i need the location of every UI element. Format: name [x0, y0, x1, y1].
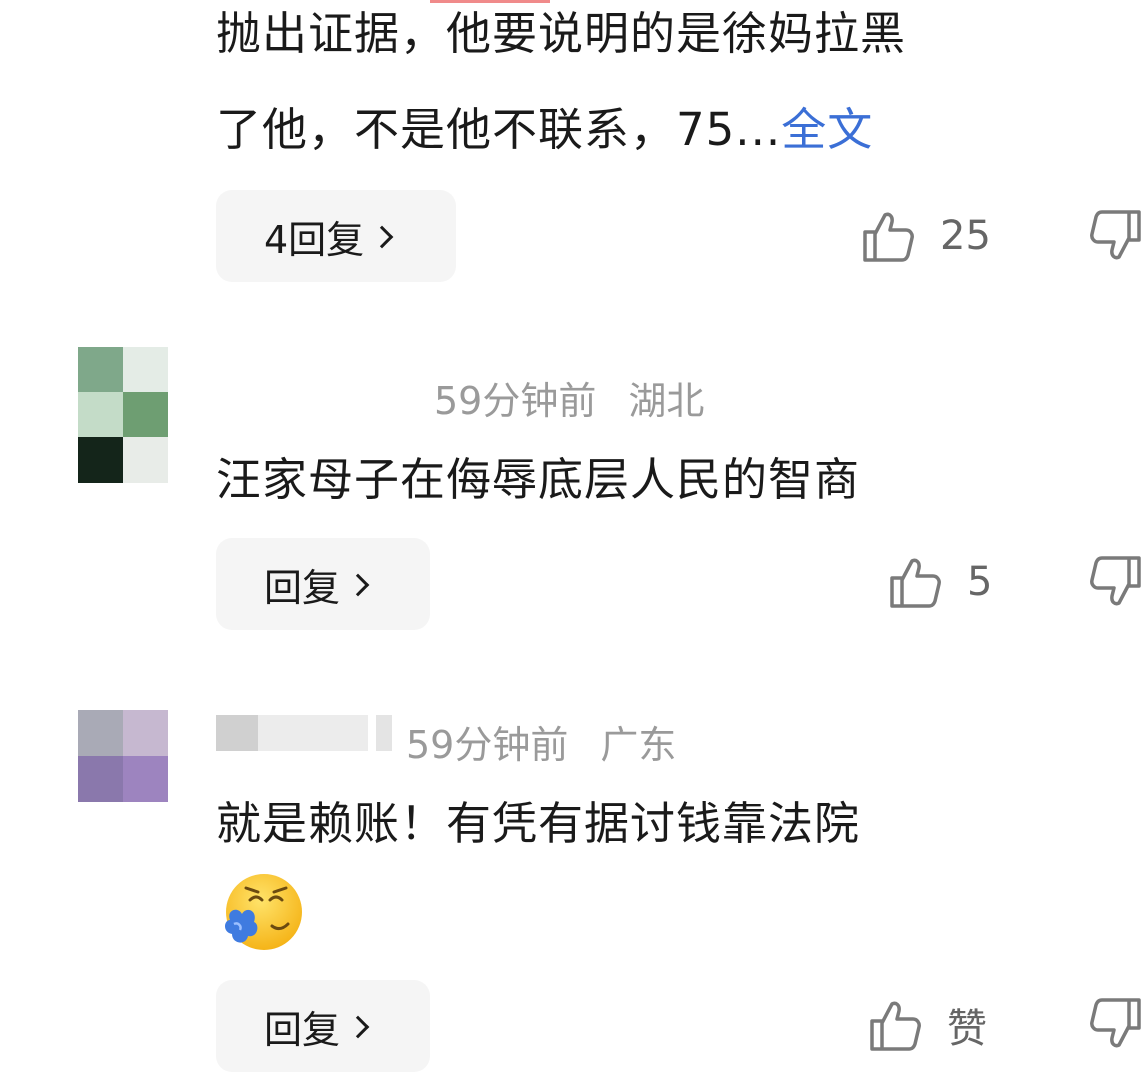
comment-text-line-2: 了他，不是他不联系，75...全文: [216, 104, 873, 156]
comment-location: 广东: [600, 723, 677, 767]
comment-text-line-1: 抛出证据，他要说明的是徐妈拉黑: [216, 7, 907, 60]
like-count: 5: [967, 559, 993, 605]
reply-button[interactable]: 4回复: [216, 190, 456, 282]
avatar[interactable]: [78, 347, 168, 483]
comment-meta: 59分钟前 广东: [406, 714, 676, 769]
comment-text: 汪家母子在侮辱底层人民的智商: [216, 453, 861, 506]
dislike-button[interactable]: [1083, 996, 1147, 1056]
full-text-link[interactable]: 全文: [781, 103, 873, 156]
avatar[interactable]: [78, 710, 168, 802]
thumbs-up-icon: [867, 997, 923, 1053]
reply-button[interactable]: 回复: [216, 980, 430, 1072]
comment-time: 59分钟前: [406, 723, 569, 767]
comment-text: 就是赖账！有凭有据讨钱靠法院: [216, 797, 861, 850]
comment-meta: 59分钟前 湖北: [434, 370, 704, 425]
chevron-right-icon: [346, 573, 370, 597]
thumbs-down-icon: [1083, 208, 1147, 268]
chevron-right-icon: [346, 1015, 370, 1039]
reply-button-label: 回复: [264, 565, 341, 610]
dislike-button[interactable]: [1083, 554, 1147, 614]
reply-button-label: 回复: [264, 1007, 341, 1052]
like-button[interactable]: 赞: [867, 996, 987, 1054]
top-accent-bar: [430, 0, 550, 3]
thumbs-up-icon: [860, 208, 916, 264]
like-count: 25: [940, 213, 991, 259]
like-button[interactable]: 5: [887, 554, 992, 610]
comment-text-truncated: 了他，不是他不联系，75...: [216, 103, 782, 156]
thumbs-down-icon: [1083, 996, 1147, 1056]
dislike-button[interactable]: [1083, 208, 1147, 268]
thumbs-down-icon: [1083, 554, 1147, 614]
chevron-right-icon: [370, 225, 394, 249]
comment-time: 59分钟前: [434, 379, 597, 423]
like-button[interactable]: 25: [860, 208, 991, 264]
reply-button[interactable]: 回复: [216, 538, 430, 630]
comment-location: 湖北: [628, 379, 705, 423]
username-blurred: [216, 712, 396, 754]
thumbs-up-icon: [887, 554, 943, 610]
reply-button-label: 4回复: [264, 217, 365, 262]
like-label: 赞: [947, 1006, 987, 1052]
sneezing-sick-emoji: [220, 870, 304, 954]
